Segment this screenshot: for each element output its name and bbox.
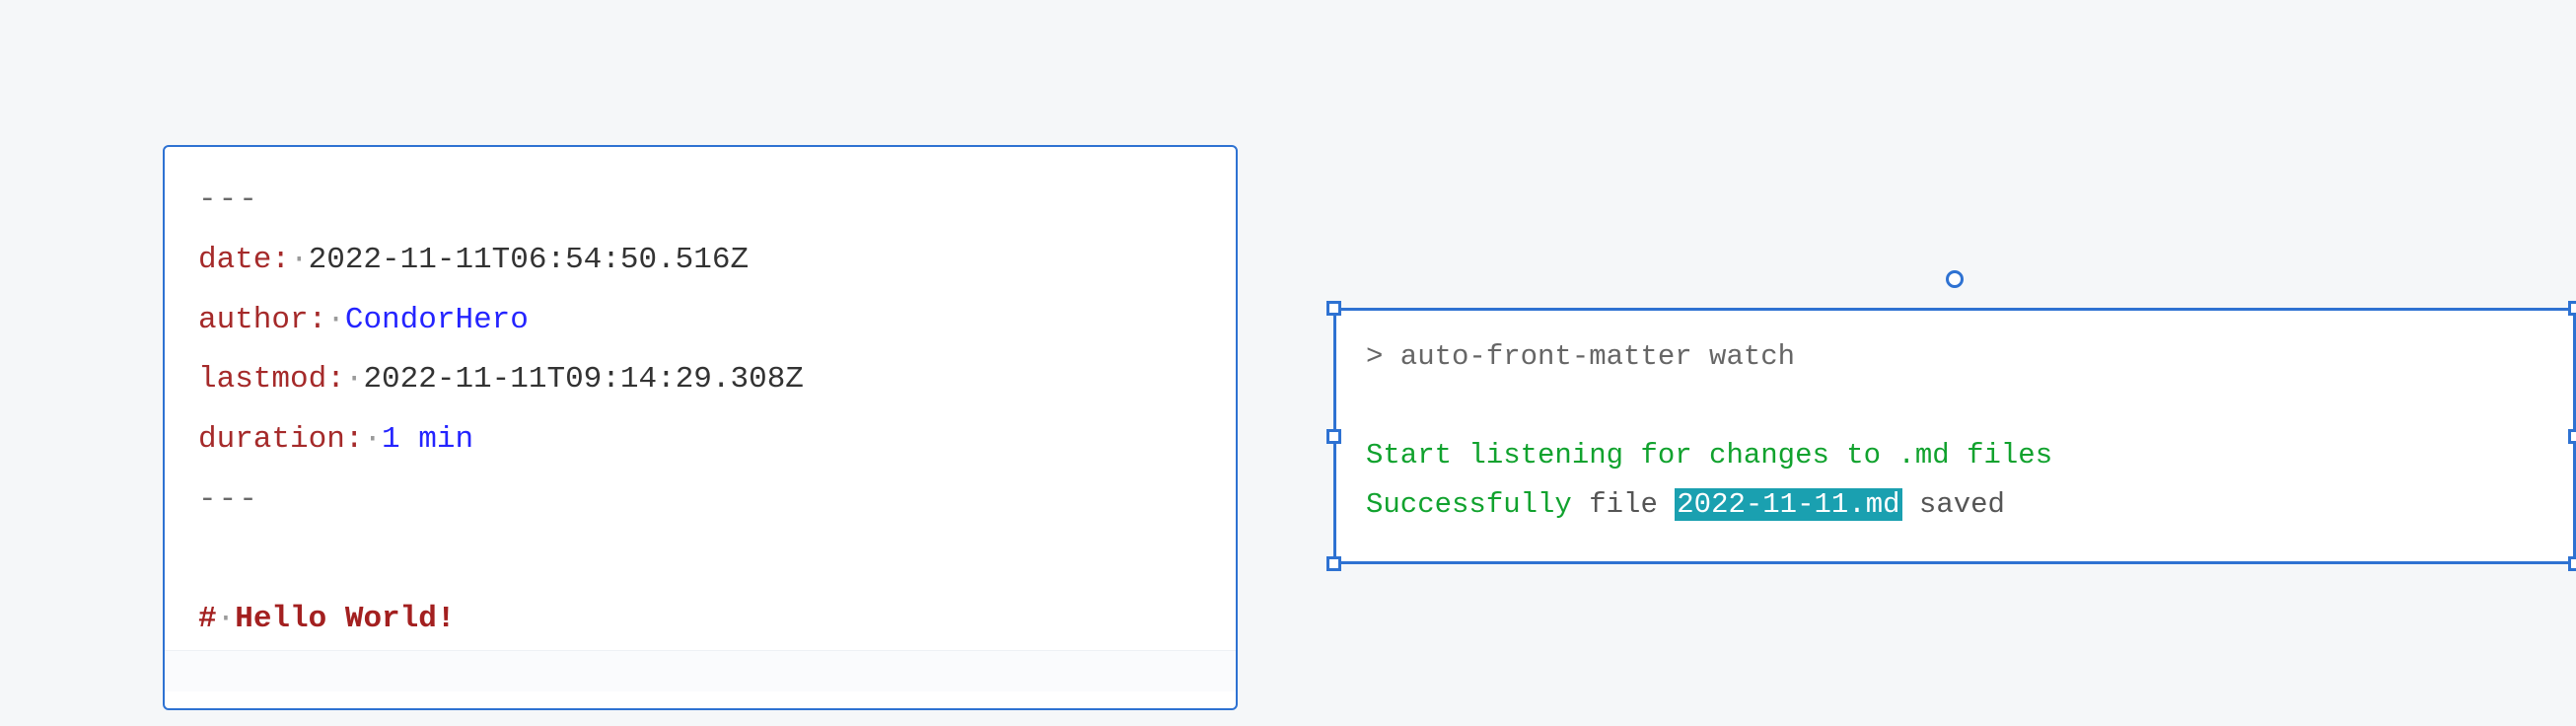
editor-cursor-line bbox=[165, 650, 1236, 691]
terminal-panel[interactable]: > auto-front-matter watch Start listenin… bbox=[1333, 308, 2576, 564]
markdown-heading-line: #·Hello World! bbox=[198, 590, 1202, 650]
rotate-handle-icon[interactable] bbox=[1946, 270, 1964, 288]
front-matter-author-line: author:·CondorHero bbox=[198, 291, 1202, 351]
terminal-success-line: Successfully file 2022-11-11.md saved bbox=[1366, 480, 2543, 530]
resize-handle-top-right[interactable] bbox=[2568, 301, 2576, 316]
resize-handle-mid-left[interactable] bbox=[1326, 429, 1341, 444]
editor-blank-line bbox=[198, 531, 1202, 591]
front-matter-open: --- bbox=[198, 171, 1202, 231]
front-matter-date-line: date:·2022-11-11T06:54:50.516Z bbox=[198, 231, 1202, 291]
front-matter-duration-line: duration:·1 min bbox=[198, 410, 1202, 471]
terminal-selection-frame[interactable]: > auto-front-matter watch Start listenin… bbox=[1333, 308, 2576, 564]
resize-handle-mid-right[interactable] bbox=[2568, 429, 2576, 444]
terminal-listen-line: Start listening for changes to .md files bbox=[1366, 431, 2543, 480]
resize-handle-bottom-left[interactable] bbox=[1326, 556, 1341, 571]
terminal-filename-highlight: 2022-11-11.md bbox=[1675, 488, 1901, 521]
terminal-command-line: > auto-front-matter watch bbox=[1366, 332, 2543, 382]
markdown-editor-panel[interactable]: --- date:·2022-11-11T06:54:50.516Z autho… bbox=[163, 145, 1238, 710]
canvas: --- date:·2022-11-11T06:54:50.516Z autho… bbox=[0, 0, 2576, 726]
resize-handle-bottom-right[interactable] bbox=[2568, 556, 2576, 571]
resize-handle-top-left[interactable] bbox=[1326, 301, 1341, 316]
front-matter-close: --- bbox=[198, 471, 1202, 531]
terminal-blank-line bbox=[1366, 382, 2543, 431]
front-matter-lastmod-line: lastmod:·2022-11-11T09:14:29.308Z bbox=[198, 350, 1202, 410]
